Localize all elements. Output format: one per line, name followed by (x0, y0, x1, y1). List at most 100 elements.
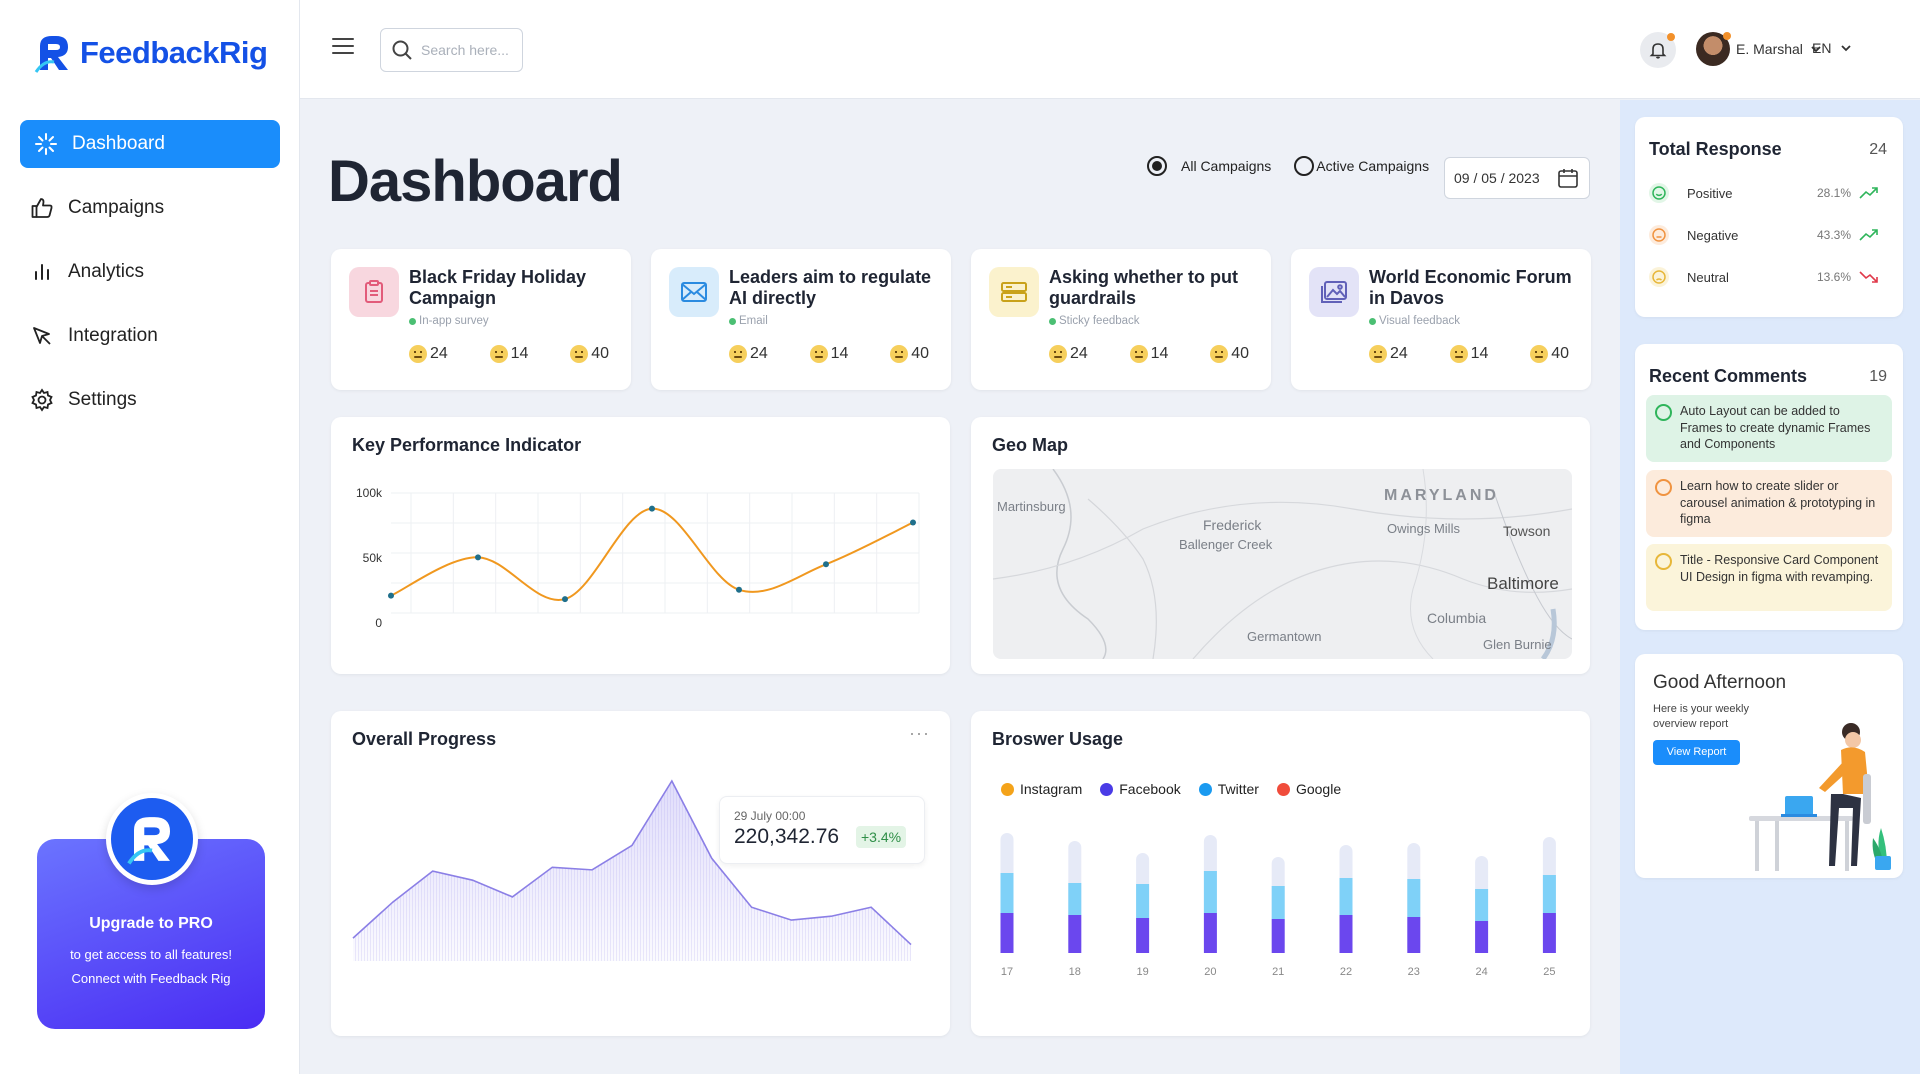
hamburger-menu-icon[interactable] (332, 38, 354, 56)
campaign-card[interactable]: World Economic Forum in Davos Visual fee… (1291, 249, 1591, 390)
sidebar-item-settings[interactable]: Settings (20, 376, 280, 424)
bar-twitter[interactable] (1407, 879, 1421, 917)
user-name: E. Marshal (1736, 41, 1803, 57)
frown-icon (1210, 345, 1229, 363)
filter-active-label[interactable]: Active Campaigns (1316, 158, 1429, 174)
bar-facebook[interactable] (1136, 918, 1150, 953)
bar-twitter[interactable] (1203, 871, 1217, 913)
x-tick-label: 25 (1543, 966, 1555, 978)
comment-status-icon (1655, 553, 1672, 570)
bar-twitter[interactable] (1068, 883, 1082, 915)
view-report-button[interactable]: View Report (1653, 740, 1740, 765)
sidebar-item-dashboard[interactable]: Dashboard (20, 120, 280, 168)
promo-logo-icon (106, 793, 198, 885)
bar-facebook[interactable] (1475, 921, 1489, 953)
bar-twitter[interactable] (1000, 873, 1014, 913)
kpi-data-point[interactable] (649, 505, 655, 512)
x-tick-label: 23 (1408, 966, 1420, 978)
geo-map-card: Geo Map MARYLAND Martinsburg Frederick B… (971, 417, 1590, 674)
bar-twitter[interactable] (1339, 878, 1353, 915)
upgrade-promo-card[interactable]: Upgrade to PRO to get access to all feat… (37, 793, 265, 1029)
comment-text: Auto Layout can be added to Frames to cr… (1680, 404, 1871, 451)
sidebar-item-campaigns[interactable]: Campaigns (20, 184, 280, 232)
map-view[interactable]: MARYLAND Martinsburg Frederick Ballenger… (993, 469, 1572, 659)
stat-neutral: 14 (809, 345, 849, 363)
bar-twitter[interactable] (1542, 875, 1556, 913)
response-label: Negative (1687, 227, 1739, 243)
neutral-face-icon (1449, 345, 1468, 363)
bar-facebook[interactable] (1068, 915, 1082, 953)
campaign-card[interactable]: Black Friday Holiday Campaign In-app sur… (331, 249, 631, 390)
campaign-stats: 24 14 40 (729, 345, 929, 363)
comment-item[interactable]: Auto Layout can be added to Frames to cr… (1646, 395, 1892, 462)
comment-item[interactable]: Learn how to create slider or carousel a… (1646, 470, 1892, 537)
sidebar-item-analytics[interactable]: Analytics (20, 248, 280, 296)
campaign-card[interactable]: Asking whether to put guardrails Sticky … (971, 249, 1271, 390)
person-at-desk-illustration (1749, 723, 1891, 871)
bar-twitter[interactable] (1271, 886, 1285, 919)
date-value: 09 / 05 / 2023 (1454, 170, 1540, 186)
date-picker[interactable]: 09 / 05 / 2023 (1444, 157, 1590, 199)
promo-subtitle: to get access to all features! Connect w… (37, 943, 265, 991)
campaign-stats: 24 14 40 (1369, 345, 1569, 363)
trend-up-icon (1859, 229, 1878, 241)
notification-bell-icon[interactable] (1640, 32, 1676, 68)
comment-text: Title - Responsive Card Component UI Des… (1680, 553, 1879, 584)
kpi-data-point[interactable] (388, 592, 394, 599)
mail-icon (669, 267, 719, 317)
search-icon (392, 40, 412, 60)
kpi-card: Key Performance Indicator 100k 50k 0 (331, 417, 950, 674)
app-logo[interactable]: FeedbackRig (34, 32, 268, 74)
bar-twitter[interactable] (1136, 884, 1150, 918)
kpi-data-point[interactable] (823, 561, 829, 568)
image-icon (1309, 267, 1359, 317)
stat-value: 40 (1231, 345, 1249, 362)
map-label: Germantown (1247, 629, 1322, 644)
bar-facebook[interactable] (1407, 917, 1421, 953)
stat-positive: 24 (1369, 345, 1408, 363)
stat-value: 14 (830, 345, 849, 362)
sidebar-item-integration[interactable]: Integration (20, 312, 280, 360)
response-row-positive[interactable]: Positive 28.1% (1649, 181, 1889, 205)
user-menu[interactable]: E. Marshal (1696, 32, 1823, 66)
campaign-title: Leaders aim to regulate AI directly (729, 267, 932, 308)
search-box[interactable] (380, 28, 523, 72)
stat-neutral: 14 (1129, 345, 1168, 363)
campaign-type: In-app survey (409, 315, 489, 327)
response-row-neutral[interactable]: Neutral 13.6% (1649, 265, 1889, 289)
comment-status-icon (1655, 479, 1672, 496)
response-percent: 13.6% (1817, 270, 1852, 284)
language-selector[interactable]: EN (1812, 40, 1853, 56)
bar-facebook[interactable] (1271, 919, 1285, 953)
bar-facebook[interactable] (1203, 913, 1217, 953)
response-row-negative[interactable]: Negative 43.3% (1649, 223, 1889, 247)
comment-status-icon (1655, 404, 1672, 421)
comment-item[interactable]: Title - Responsive Card Component UI Des… (1646, 544, 1892, 611)
stat-positive: 24 (729, 345, 768, 363)
kpi-data-point[interactable] (562, 596, 568, 603)
response-label: Neutral (1687, 269, 1729, 285)
kpi-data-point[interactable] (910, 519, 916, 526)
filter-all-label[interactable]: All Campaigns (1181, 158, 1271, 174)
tooltip-delta-badge: +3.4% (856, 826, 907, 848)
radio-all-campaigns[interactable] (1147, 156, 1167, 176)
stat-value: 40 (1551, 345, 1569, 362)
avatar (1696, 32, 1731, 66)
bar-facebook[interactable] (1542, 913, 1556, 953)
tooltip-date: 29 July 00:00 (734, 809, 806, 823)
map-label: Ballenger Creek (1179, 537, 1273, 552)
campaign-type: Visual feedback (1369, 315, 1460, 327)
bar-facebook[interactable] (1339, 915, 1353, 953)
smile-icon (1369, 345, 1387, 363)
bar-twitter[interactable] (1475, 889, 1489, 921)
radio-active-campaigns[interactable] (1294, 156, 1315, 176)
kpi-data-point[interactable] (475, 554, 481, 561)
bar-facebook[interactable] (1000, 913, 1014, 953)
search-input[interactable] (421, 42, 511, 58)
clipboard-icon (349, 267, 399, 317)
bar-chart-icon (30, 260, 54, 284)
campaign-card[interactable]: Leaders aim to regulate AI directly Emai… (651, 249, 951, 390)
cursor-icon (30, 324, 54, 348)
stat-negative: 40 (1210, 345, 1249, 363)
kpi-data-point[interactable] (736, 586, 742, 593)
